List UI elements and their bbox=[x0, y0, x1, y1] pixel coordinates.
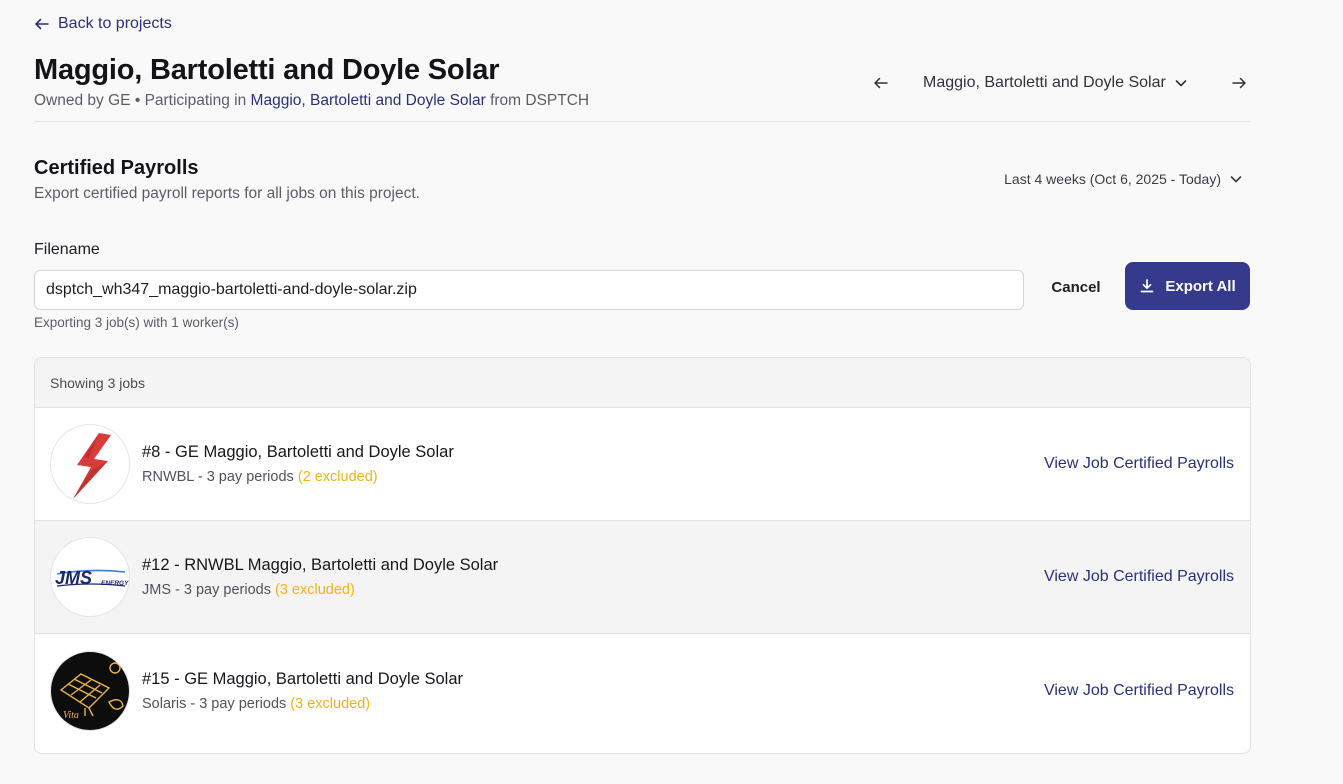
excluded-count: (3 excluded) bbox=[274, 582, 355, 598]
arrow-right-icon bbox=[1232, 77, 1246, 89]
previous-project-button[interactable] bbox=[868, 70, 894, 96]
job-pay-periods: JMS - 3 pay periods bbox=[142, 582, 271, 598]
lightning-bolt-logo bbox=[50, 424, 130, 504]
participating-text: Participating in bbox=[144, 92, 247, 109]
job-meta: Solaris - 3 pay periods (3 excluded) bbox=[142, 696, 1044, 712]
job-pay-periods: RNWBL - 3 pay periods bbox=[142, 469, 294, 485]
chevron-down-icon bbox=[1230, 176, 1242, 183]
job-row: #8 - GE Maggio, Bartoletti and Doyle Sol… bbox=[35, 408, 1250, 521]
job-info: #15 - GE Maggio, Bartoletti and Doyle So… bbox=[142, 670, 1044, 712]
excluded-count: (3 excluded) bbox=[290, 695, 371, 712]
job-row: JMS ENERGY #12 - RNWBL Maggio, Bartolett… bbox=[35, 521, 1250, 634]
date-range-select[interactable]: Last 4 weeks (Oct 6, 2025 - Today) bbox=[1004, 171, 1243, 187]
header-divider bbox=[34, 121, 1250, 122]
page-title: Maggio, Bartoletti and Doyle Solar bbox=[34, 54, 500, 86]
export-summary: Exporting 3 job(s) with 1 worker(s) bbox=[34, 315, 239, 330]
participating-project-link[interactable]: Maggio, Bartoletti and Doyle Solar bbox=[251, 92, 486, 109]
from-text: from DSPTCH bbox=[490, 92, 590, 109]
export-all-button[interactable]: Export All bbox=[1125, 262, 1250, 310]
jobs-panel: Showing 3 jobs #8 - GE Maggio, Bartolett… bbox=[34, 357, 1251, 754]
vita-solar-panel-logo: Vita bbox=[50, 650, 130, 731]
section-description: Export certified payroll reports for all… bbox=[34, 185, 420, 202]
job-meta: JMS - 3 pay periods (3 excluded) bbox=[142, 582, 1044, 598]
job-title: #12 - RNWBL Maggio, Bartoletti and Doyle… bbox=[142, 556, 499, 574]
job-title: #8 - GE Maggio, Bartoletti and Doyle Sol… bbox=[142, 443, 454, 461]
job-title: #15 - GE Maggio, Bartoletti and Doyle So… bbox=[142, 669, 464, 688]
project-subtitle: Owned by GE • Participating in Maggio, B… bbox=[34, 92, 589, 110]
section-title: Certified Payrolls bbox=[34, 157, 199, 179]
view-job-payrolls-link[interactable]: View Job Certified Payrolls bbox=[1044, 455, 1234, 473]
cancel-button[interactable]: Cancel bbox=[1044, 270, 1108, 304]
export-all-label: Export All bbox=[1165, 277, 1236, 295]
job-meta: RNWBL - 3 pay periods (2 excluded) bbox=[142, 469, 1044, 485]
project-navigator: Maggio, Bartoletti and Doyle Solar bbox=[868, 70, 1252, 96]
view-job-payrolls-link[interactable]: View Job Certified Payrolls bbox=[1044, 568, 1234, 586]
back-link-label: Back to projects bbox=[58, 15, 172, 32]
chevron-down-icon bbox=[1175, 80, 1187, 87]
next-project-button[interactable] bbox=[1226, 70, 1252, 96]
job-row: Vita #15 - GE Maggio, Bartoletti and Doy… bbox=[35, 634, 1250, 747]
download-icon bbox=[1140, 279, 1154, 293]
job-pay-periods: Solaris - 3 pay periods bbox=[142, 695, 287, 712]
filename-label: Filename bbox=[34, 241, 100, 258]
jms-energy-logo: JMS ENERGY bbox=[50, 537, 130, 617]
vita-logo-text: Vita bbox=[63, 710, 79, 721]
excluded-count: (2 excluded) bbox=[297, 469, 378, 485]
job-info: #12 - RNWBL Maggio, Bartoletti and Doyle… bbox=[142, 556, 1044, 598]
filename-input[interactable] bbox=[34, 270, 1024, 310]
project-selector[interactable]: Maggio, Bartoletti and Doyle Solar bbox=[923, 74, 1188, 92]
arrow-left-icon bbox=[874, 77, 888, 89]
project-selector-value: Maggio, Bartoletti and Doyle Solar bbox=[923, 74, 1166, 91]
owned-by-text: Owned by GE bbox=[34, 92, 131, 109]
separator-dot: • bbox=[134, 92, 141, 109]
view-job-payrolls-link[interactable]: View Job Certified Payrolls bbox=[1044, 682, 1234, 700]
jobs-count: Showing 3 jobs bbox=[35, 358, 1250, 408]
arrow-left-icon bbox=[35, 18, 49, 30]
date-range-value: Last 4 weeks (Oct 6, 2025 - Today) bbox=[1004, 171, 1221, 187]
back-to-projects-link[interactable]: Back to projects bbox=[34, 15, 172, 33]
job-info: #8 - GE Maggio, Bartoletti and Doyle Sol… bbox=[142, 443, 1044, 485]
